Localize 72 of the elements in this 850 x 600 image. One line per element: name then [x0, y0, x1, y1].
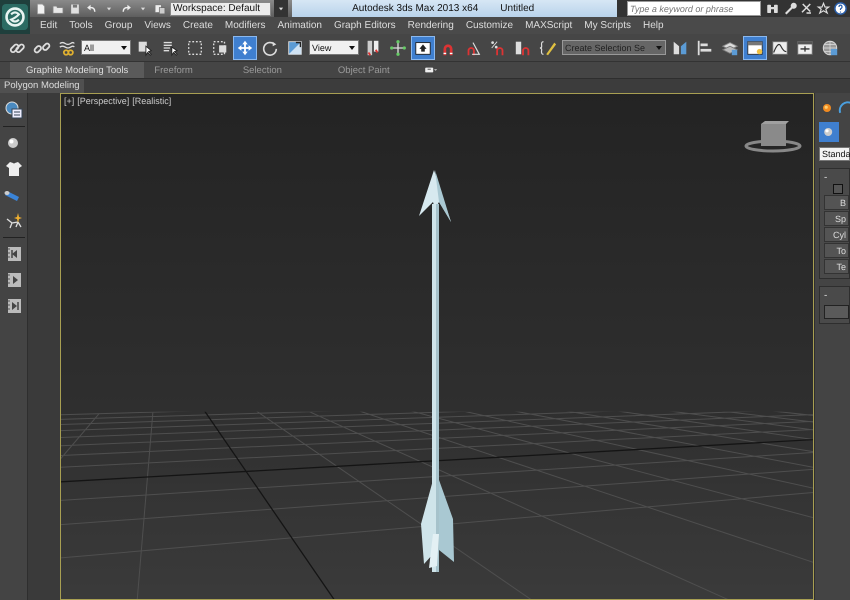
object-type-button[interactable]: B — [824, 195, 849, 210]
menu-item[interactable]: Animation — [277, 20, 330, 31]
project-folder-icon — [153, 2, 167, 16]
menu-item[interactable]: Graph Editors — [334, 20, 404, 31]
star-icon — [816, 1, 831, 16]
document-name: Untitled — [500, 3, 534, 14]
search-field[interactable]: Type a keyword or phrase — [627, 1, 761, 16]
app-logo-icon — [2, 4, 28, 30]
viewcube-icon[interactable] — [744, 121, 802, 152]
save-icon — [68, 2, 82, 16]
help-icon — [833, 1, 848, 16]
menu-item[interactable]: Edit — [40, 20, 66, 31]
spinner-magnet-icon — [514, 38, 532, 56]
rollout-toggle[interactable]: - — [824, 172, 836, 183]
window-arrow-button[interactable] — [412, 36, 434, 58]
dropdown-button[interactable] — [274, 0, 288, 17]
window-icon — [796, 38, 814, 56]
ribbon-tab[interactable]: Freeform — [144, 62, 225, 78]
panel-title: Polygon Modeling — [0, 79, 84, 93]
menu-item[interactable]: Customize — [466, 20, 522, 31]
align-icon — [696, 38, 714, 56]
scale-icon — [286, 38, 304, 56]
viewport-label[interactable]: [Perspective] — [77, 96, 130, 106]
name-field[interactable] — [824, 305, 849, 319]
menu-item[interactable]: My Scripts — [584, 20, 639, 31]
dashed-square-icon — [186, 38, 204, 56]
viewport-label[interactable]: [+] — [64, 96, 74, 106]
star-button[interactable] — [816, 1, 831, 16]
window-title: Autodesk 3ds Max 2013 x64 — [352, 3, 478, 14]
dropdown[interactable]: View — [309, 40, 359, 55]
pencil-braces-icon — [539, 38, 557, 56]
menu-item[interactable]: Create — [182, 20, 221, 31]
cross-arrows-icon — [389, 38, 407, 56]
save-button[interactable] — [68, 2, 82, 16]
move-arrows-icon — [236, 38, 254, 56]
workspace-dropdown[interactable]: Workspace: Default — [170, 2, 272, 16]
rollout-toggle[interactable]: - — [824, 290, 836, 301]
menu-item[interactable]: Modifiers — [224, 20, 274, 31]
checkbox[interactable] — [833, 184, 843, 194]
object-type-button[interactable]: Cyl — [824, 227, 849, 242]
object-type-button[interactable]: To — [824, 243, 849, 258]
panel-icon — [746, 38, 764, 56]
project-folder-button[interactable] — [153, 2, 167, 16]
select-cursor-icon — [136, 38, 154, 56]
menu-item[interactable]: Views — [144, 20, 179, 31]
menu-item[interactable]: Rendering — [408, 20, 462, 31]
panel-button[interactable] — [744, 36, 766, 58]
ribbon-tab[interactable]: Graphite Modeling Tools — [10, 62, 144, 78]
ribbon-tab[interactable]: Selection — [224, 62, 320, 78]
square-pair-icon — [211, 38, 229, 56]
help-button[interactable] — [833, 1, 848, 16]
geometry-button[interactable] — [819, 122, 839, 142]
globe-window-button[interactable] — [2, 99, 24, 121]
menu-item[interactable]: Group — [104, 20, 140, 31]
curve-graph-icon — [771, 38, 789, 56]
new-file-button[interactable] — [34, 2, 48, 16]
menu-item[interactable]: MAXScript — [525, 20, 580, 31]
globe-window-icon — [4, 100, 24, 120]
ribbon-tab[interactable]: Object Paint — [320, 62, 422, 78]
menu-item[interactable]: Tools — [69, 20, 101, 31]
mirror-icon — [671, 38, 689, 56]
shirt-icon — [4, 159, 24, 179]
object-type-button[interactable]: Sp — [824, 211, 849, 226]
move-arrows-button[interactable] — [234, 36, 256, 58]
object-type-button[interactable]: Te — [824, 259, 849, 274]
app-logo-button[interactable] — [0, 0, 30, 34]
menu-item[interactable]: Help — [642, 20, 672, 31]
sphere-grid-icon — [821, 38, 839, 56]
rotate-icon — [261, 38, 279, 56]
arc-icon — [837, 100, 850, 116]
dropdown[interactable]: All — [81, 40, 131, 55]
viewport-label[interactable]: [Realistic] — [132, 96, 172, 106]
